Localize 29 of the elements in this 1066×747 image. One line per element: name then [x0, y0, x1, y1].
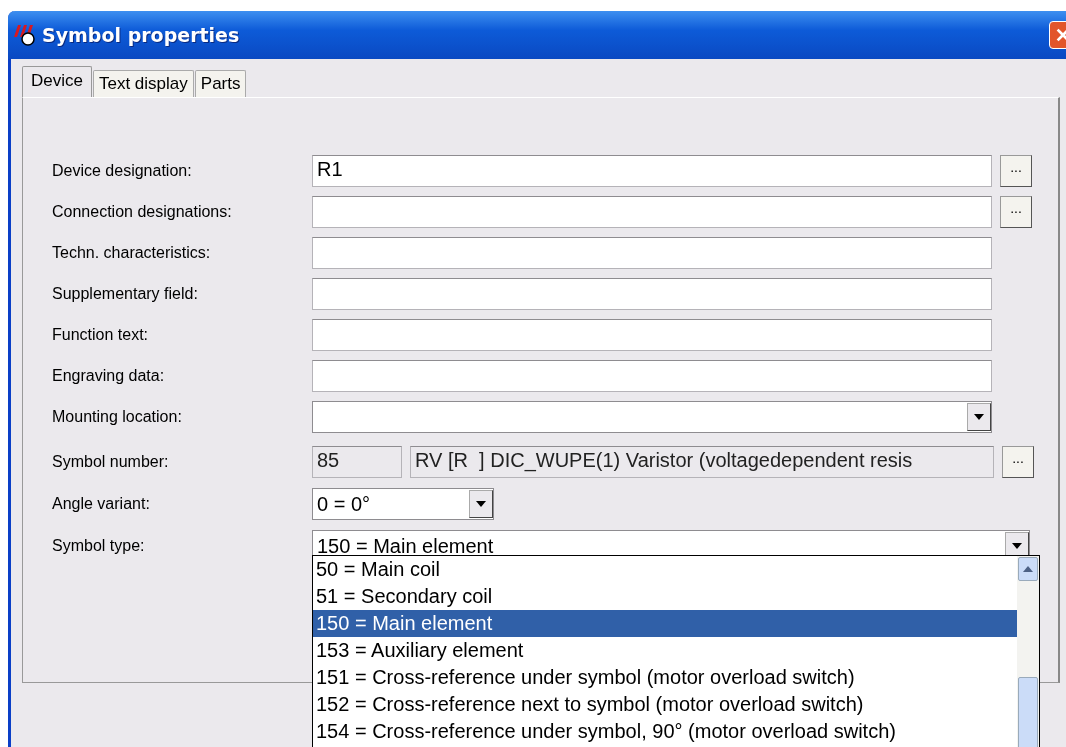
field-label: Engraving data: [52, 367, 166, 385]
combo-value: 150 = Main element [316, 534, 495, 558]
field-label: Device designation: [52, 162, 193, 180]
list-item[interactable]: 150 = Main element [313, 610, 1017, 637]
field-label: Function text: [52, 326, 150, 344]
field-label: Techn. characteristics: [52, 244, 212, 262]
window-title: Symbol properties [42, 24, 241, 46]
browse-button[interactable]: ... [1002, 446, 1034, 478]
browse-button[interactable]: ... [1000, 196, 1032, 228]
field-label: Angle variant: [52, 495, 151, 513]
list-item[interactable]: 151 = Cross-reference under symbol (motor overload switch) [313, 664, 1017, 691]
list-item[interactable]: 51 = Secondary coil [313, 583, 1017, 610]
field-label: Mounting location: [52, 408, 183, 426]
list-item[interactable]: 153 = Auxiliary element [313, 637, 1017, 664]
field-label: Symbol type: [52, 537, 146, 555]
field-label: Supplementary field: [52, 285, 199, 303]
tab[interactable]: Device [22, 66, 92, 97]
tab[interactable]: Text display [92, 70, 194, 97]
list-item[interactable]: 152 = Cross-reference next to symbol (motor overload switch) [313, 691, 1017, 718]
combo-value: 0 = 0° [316, 492, 372, 516]
field-label: Connection designations: [52, 203, 233, 221]
browse-button[interactable]: ... [1000, 155, 1032, 187]
tab[interactable]: Parts [194, 70, 247, 97]
input-field[interactable]: 85 [312, 446, 402, 478]
combo-box[interactable]: 0 = 0° [312, 488, 494, 520]
input-field[interactable]: RV [R ] DIC_WUPE(1) Varistor (voltagedependent resis [410, 446, 994, 478]
input-field[interactable]: R1 [312, 155, 992, 187]
list-item[interactable]: 154 = Cross-reference under symbol, 90° (motor overload switch) [313, 718, 1017, 745]
field-label: Symbol number: [52, 453, 170, 471]
